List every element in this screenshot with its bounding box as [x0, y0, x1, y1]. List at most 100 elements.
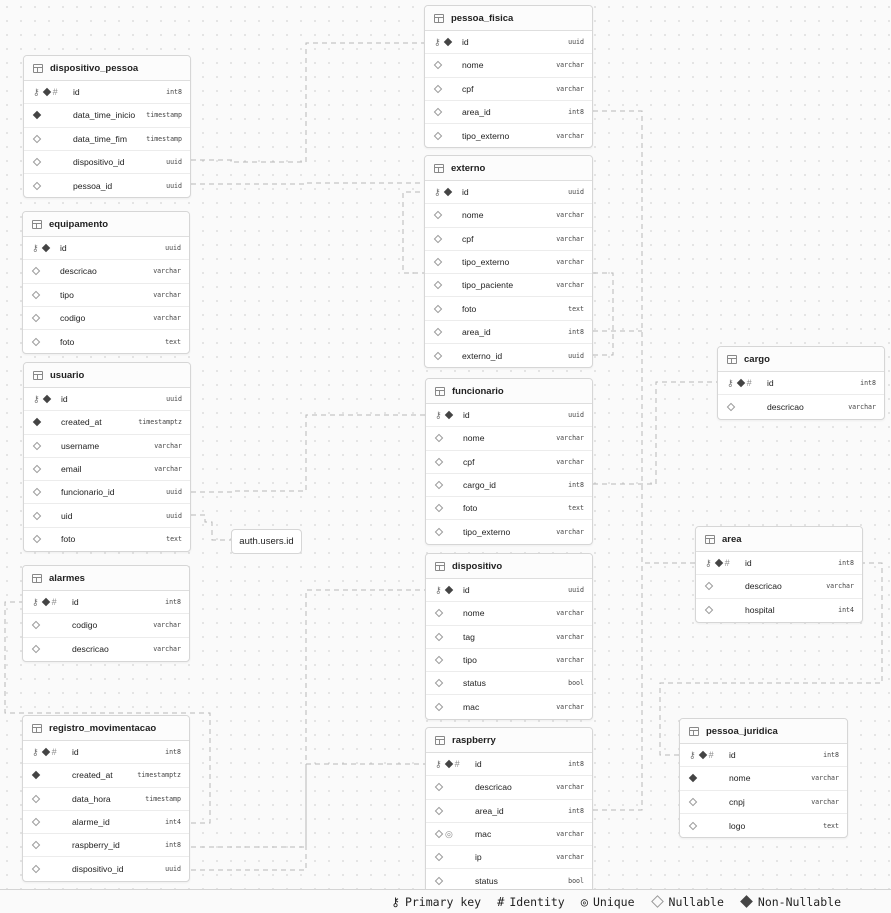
column-type: varchar — [556, 434, 584, 443]
column-row[interactable]: created_at timestamptz — [23, 764, 189, 788]
column-row[interactable]: foto text — [24, 528, 190, 551]
table-funcionario[interactable]: funcionario ⚷ id uuid nome varchar cpf varchar c… — [425, 378, 593, 545]
column-row[interactable]: created_at timestamptz — [24, 411, 190, 435]
column-row[interactable]: nome varchar — [426, 427, 592, 451]
column-row[interactable]: dispositivo_id uuid — [23, 857, 189, 880]
column-row[interactable]: tag varchar — [426, 626, 592, 649]
column-row[interactable]: tipo varchar — [23, 284, 189, 307]
table-dispositivo-pessoa[interactable]: dispositivo_pessoa ⚷ # id int8 data_time_inic… — [23, 55, 191, 199]
column-row[interactable]: nome varchar — [425, 204, 592, 228]
column-row[interactable]: foto text — [23, 330, 189, 353]
table-header[interactable]: funcionario — [426, 379, 592, 404]
column-row[interactable]: ⚷ id uuid — [426, 404, 592, 428]
table-header[interactable]: pessoa_fisica — [425, 6, 592, 31]
table-dispositivo[interactable]: dispositivo ⚷ id uuid nome varchar tag varchar t… — [425, 553, 593, 720]
column-name: tipo_paciente — [462, 280, 514, 291]
table-registro-movimentacao[interactable]: registro_movimentacao ⚷ # id int8 created_at t… — [22, 715, 190, 882]
column-row[interactable]: ⚷ # id int8 — [23, 591, 189, 615]
column-row[interactable]: ⚷ # id int8 — [24, 81, 190, 105]
column-row[interactable]: foto text — [426, 497, 592, 521]
column-row[interactable]: alarme_id int4 — [23, 811, 189, 835]
table-cargo[interactable]: cargo ⚷ # id int8 descricao varchar — [717, 346, 885, 420]
table-header[interactable]: equipamento — [23, 212, 189, 237]
column-row[interactable]: area_id int8 — [425, 101, 592, 125]
column-row[interactable]: nome varchar — [425, 54, 592, 78]
table-pessoa-fisica[interactable]: pessoa_fisica ⚷ id uuid nome varchar cpf varcha… — [424, 5, 593, 149]
column-row[interactable]: tipo_paciente varchar — [425, 274, 592, 298]
column-row[interactable]: nome varchar — [680, 767, 847, 791]
column-row[interactable]: ⚷ id uuid — [24, 388, 190, 412]
column-row[interactable]: ip varchar — [426, 846, 592, 870]
column-row[interactable]: mac varchar — [426, 695, 592, 718]
table-header[interactable]: registro_movimentacao — [23, 716, 189, 741]
auth-users-id-reference[interactable]: auth.users.id — [231, 529, 302, 554]
column-row[interactable]: cargo_id int8 — [426, 474, 592, 498]
column-row[interactable]: dispositivo_id uuid — [24, 151, 190, 175]
column-row[interactable]: funcionario_id uuid — [24, 481, 190, 505]
column-row[interactable]: uid uuid — [24, 504, 190, 528]
column-row[interactable]: tipo varchar — [426, 649, 592, 673]
column-row[interactable]: nome varchar — [426, 602, 592, 626]
table-raspberry[interactable]: raspberry ⚷ # id int8 descricao varchar area_id… — [425, 727, 593, 894]
column-row[interactable]: tipo_externo varchar — [425, 124, 592, 147]
legend-unique: ◎ Unique — [581, 895, 635, 909]
table-icon — [435, 386, 445, 396]
column-row[interactable]: cnpj varchar — [680, 791, 847, 814]
column-row[interactable]: descricao varchar — [23, 260, 189, 284]
column-row[interactable]: foto text — [425, 297, 592, 321]
column-row[interactable]: area_id int8 — [425, 321, 592, 345]
column-row[interactable]: ⚷ id uuid — [425, 31, 592, 55]
column-row[interactable]: ⚷ id uuid — [426, 579, 592, 603]
column-icons — [434, 504, 457, 513]
column-row[interactable]: data_time_inicio timestamp — [24, 104, 190, 128]
table-usuario[interactable]: usuario ⚷ id uuid created_at timestamptz usern… — [23, 362, 191, 553]
table-header[interactable]: usuario — [24, 363, 190, 388]
table-area[interactable]: area ⚷ # id int8 descricao varchar hospital int4 — [695, 526, 863, 623]
table-pessoa-juridica[interactable]: pessoa_juridica ⚷ # id int8 nome varchar cnpj va… — [679, 718, 848, 839]
column-row[interactable]: cpf varchar — [425, 228, 592, 251]
column-row[interactable]: ⚷ id uuid — [425, 181, 592, 205]
column-row[interactable]: descricao varchar — [718, 395, 884, 418]
column-row[interactable]: data_time_fim timestamp — [24, 128, 190, 151]
table-header[interactable]: cargo — [718, 347, 884, 372]
column-row[interactable]: pessoa_id uuid — [24, 174, 190, 197]
table-header[interactable]: alarmes — [23, 566, 189, 591]
table-header[interactable]: pessoa_juridica — [680, 719, 847, 744]
column-row[interactable]: status bool — [426, 672, 592, 696]
table-externo[interactable]: externo ⚷ id uuid nome varchar cpf varchar tipo_… — [424, 155, 593, 369]
column-row[interactable]: externo_id uuid — [425, 344, 592, 367]
column-row[interactable]: ⚷ # id int8 — [680, 744, 847, 768]
column-row[interactable]: ⚷ # id int8 — [696, 552, 862, 576]
column-row[interactable]: cpf varchar — [425, 78, 592, 101]
column-row[interactable]: raspberry_id int8 — [23, 834, 189, 858]
table-alarmes[interactable]: alarmes ⚷ # id int8 codigo varchar descricao var… — [22, 565, 190, 662]
column-row[interactable]: codigo varchar — [23, 307, 189, 331]
column-row[interactable]: data_hora timestamp — [23, 788, 189, 811]
column-row[interactable]: ⚷ id uuid — [23, 237, 189, 261]
column-row[interactable]: ⚷ # id int8 — [718, 372, 884, 396]
table-header[interactable]: dispositivo — [426, 554, 592, 579]
column-row[interactable]: ⚷ # id int8 — [426, 753, 592, 777]
key-icon: ⚷ — [689, 749, 696, 760]
column-row[interactable]: cpf varchar — [426, 451, 592, 474]
column-type: varchar — [556, 131, 584, 140]
table-equipamento[interactable]: equipamento ⚷ id uuid descricao varchar tipo va… — [22, 211, 190, 355]
column-row[interactable]: ⚷ # id int8 — [23, 741, 189, 765]
column-row[interactable]: tipo_externo varchar — [426, 520, 592, 543]
column-row[interactable]: descricao varchar — [426, 776, 592, 800]
table-header[interactable]: raspberry — [426, 728, 592, 753]
table-header[interactable]: externo — [425, 156, 592, 181]
column-row[interactable]: username varchar — [24, 435, 190, 458]
table-header[interactable]: area — [696, 527, 862, 552]
column-row[interactable]: codigo varchar — [23, 614, 189, 638]
column-row[interactable]: descricao varchar — [23, 638, 189, 661]
column-row[interactable]: hospital int4 — [696, 599, 862, 622]
table-header[interactable]: dispositivo_pessoa — [24, 56, 190, 81]
column-row[interactable]: tipo_externo varchar — [425, 251, 592, 275]
column-row[interactable]: area_id int8 — [426, 800, 592, 823]
column-row[interactable]: email varchar — [24, 458, 190, 482]
table-icon — [33, 370, 43, 380]
column-row[interactable]: ◎ mac varchar — [426, 823, 592, 847]
column-row[interactable]: descricao varchar — [696, 575, 862, 599]
column-row[interactable]: logo text — [680, 814, 847, 837]
